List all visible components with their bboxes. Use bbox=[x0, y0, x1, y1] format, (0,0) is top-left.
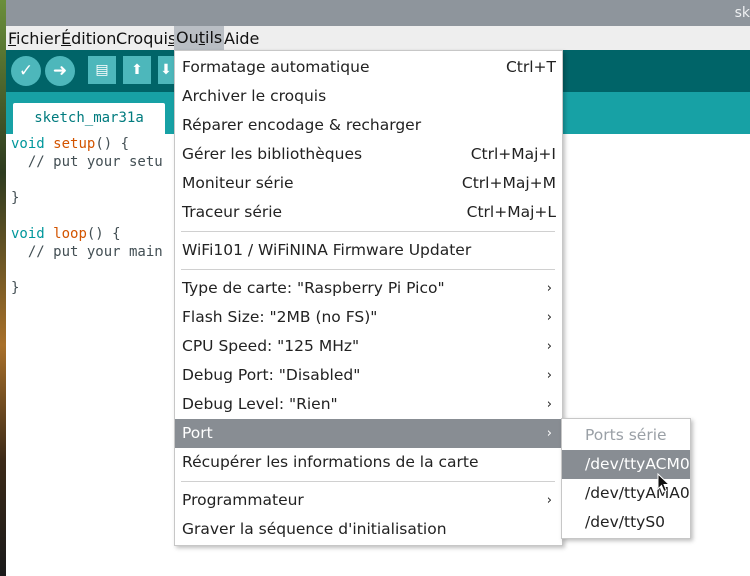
tab-sketch[interactable]: sketch_mar31a bbox=[13, 103, 165, 134]
menu-separator bbox=[181, 481, 555, 482]
menu-item-archive-sketch[interactable]: Archiver le croquis bbox=[175, 82, 562, 111]
menu-item-manage-libraries[interactable]: Gérer les bibliothèques Ctrl+Maj+I bbox=[175, 140, 562, 169]
menu-item-firmware-updater[interactable]: WiFi101 / WiFiNINA Firmware Updater bbox=[175, 236, 562, 265]
code-line: } bbox=[11, 190, 20, 206]
menu-item-board-info[interactable]: Récupérer les informations de la carte bbox=[175, 448, 562, 477]
chevron-right-icon: › bbox=[546, 493, 552, 508]
checkmark-icon: ✓ bbox=[18, 61, 34, 81]
menu-croquis[interactable]: Croquis bbox=[114, 29, 178, 49]
menu-item-debug-port[interactable]: Debug Port: "Disabled" › bbox=[175, 361, 562, 390]
port-submenu: Ports série /dev/ttyACM0 /dev/ttyAMA0 /d… bbox=[561, 418, 691, 539]
arrow-up-icon: ⬆ bbox=[131, 62, 143, 78]
code-line: // put your main bbox=[11, 244, 163, 260]
verify-button[interactable]: ✓ bbox=[11, 56, 41, 86]
menu-item-programmer[interactable]: Programmateur › bbox=[175, 486, 562, 515]
menu-separator bbox=[181, 231, 555, 232]
chevron-right-icon: › bbox=[546, 339, 552, 354]
port-item-ttys0[interactable]: /dev/ttyS0 bbox=[562, 508, 690, 537]
arrow-down-icon: ⬇ bbox=[160, 62, 172, 78]
menu-bar: Fichier Édition Croquis Outils Aide bbox=[6, 26, 750, 51]
mouse-cursor-icon bbox=[657, 473, 671, 493]
menu-item-burn-bootloader[interactable]: Graver la séquence d'initialisation bbox=[175, 515, 562, 544]
chevron-right-icon: › bbox=[546, 397, 552, 412]
upload-button[interactable]: ➜ bbox=[45, 56, 75, 86]
code-line: // put your setu bbox=[11, 154, 163, 170]
menu-item-cpu-speed[interactable]: CPU Speed: "125 MHz" › bbox=[175, 332, 562, 361]
menu-item-port[interactable]: Port › bbox=[175, 419, 562, 448]
tools-menu: Formatage automatique Ctrl+T Archiver le … bbox=[174, 50, 563, 546]
chevron-right-icon: › bbox=[546, 368, 552, 383]
menu-edition[interactable]: Édition bbox=[59, 29, 118, 49]
chevron-right-icon: › bbox=[546, 281, 552, 296]
menu-aide[interactable]: Aide bbox=[222, 29, 261, 49]
menu-item-auto-format[interactable]: Formatage automatique Ctrl+T bbox=[175, 53, 562, 82]
arrow-right-icon: ➜ bbox=[52, 61, 68, 81]
menu-item-board-type[interactable]: Type de carte: "Raspberry Pi Pico" › bbox=[175, 274, 562, 303]
submenu-header: Ports série bbox=[585, 426, 667, 444]
menu-item-serial-plotter[interactable]: Traceur série Ctrl+Maj+L bbox=[175, 198, 562, 227]
menu-separator bbox=[181, 269, 555, 270]
chevron-right-icon: › bbox=[546, 310, 552, 325]
menu-item-debug-level[interactable]: Debug Level: "Rien" › bbox=[175, 390, 562, 419]
menu-item-flash-size[interactable]: Flash Size: "2MB (no FS)" › bbox=[175, 303, 562, 332]
code-line: } bbox=[11, 280, 20, 296]
new-button[interactable]: ▤ bbox=[88, 56, 116, 84]
open-button[interactable]: ⬆ bbox=[123, 56, 151, 84]
menu-item-serial-monitor[interactable]: Moniteur série Ctrl+Maj+M bbox=[175, 169, 562, 198]
code-line: void setup() { bbox=[11, 136, 130, 152]
window-title: sk bbox=[734, 5, 750, 21]
save-button[interactable]: ⬇ bbox=[158, 56, 174, 84]
menu-outils[interactable]: Outils bbox=[174, 26, 225, 50]
title-bar[interactable]: sk bbox=[6, 0, 750, 26]
chevron-right-icon: › bbox=[546, 426, 552, 441]
menu-item-fix-encoding[interactable]: Réparer encodage & recharger bbox=[175, 111, 562, 140]
menu-fichier[interactable]: Fichier bbox=[6, 29, 62, 49]
code-line: void loop() { bbox=[11, 226, 121, 242]
file-icon: ▤ bbox=[95, 62, 109, 78]
